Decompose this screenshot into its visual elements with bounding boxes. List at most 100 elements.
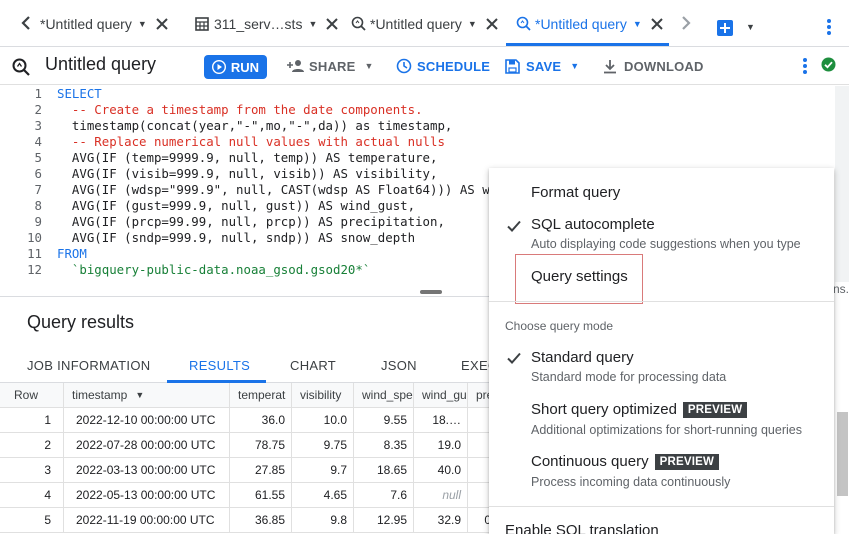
- code-line: AVG(IF (wdsp="999.9", null, CAST(wdsp AS…: [57, 182, 505, 197]
- menu-item-enable-sql-translation[interactable]: Enable SQL translation: [505, 522, 659, 534]
- row-number: 5: [0, 508, 64, 533]
- editor-scrollbar[interactable]: [835, 86, 849, 282]
- tab-chart[interactable]: CHART: [290, 347, 336, 383]
- code-line: SELECT: [57, 86, 102, 101]
- chevron-left-icon[interactable]: [19, 15, 33, 31]
- column-header[interactable]: visibility: [292, 383, 354, 408]
- menu-item-label: Short query optimized: [531, 401, 677, 418]
- chevron-right-icon[interactable]: [679, 15, 693, 31]
- caret-down-icon[interactable]: ▼: [468, 19, 477, 29]
- table-cell: 9.75: [292, 433, 354, 458]
- line-number: 11: [27, 246, 42, 261]
- line-number: 10: [27, 230, 42, 245]
- tab-untitled-query-1[interactable]: *Untitled query ▼: [40, 0, 169, 47]
- results-scrollbar-thumb[interactable]: [837, 412, 848, 496]
- highlight-box: [515, 254, 643, 304]
- active-tab-indicator: [506, 43, 669, 46]
- share-label: SHARE: [309, 58, 356, 74]
- download-button[interactable]: DOWNLOAD: [603, 47, 704, 85]
- row-number: 4: [0, 483, 64, 508]
- menu-item-continuous-query-description: Process incoming data continuously: [531, 475, 731, 489]
- download-label: DOWNLOAD: [624, 58, 704, 74]
- menu-item-continuous-query[interactable]: Continuous query PREVIEW: [531, 453, 720, 470]
- download-icon: [603, 59, 617, 74]
- caret-down-icon: ▼: [364, 61, 374, 71]
- tab-label: *Untitled query: [40, 15, 132, 32]
- column-header-label: wind_spe: [362, 388, 413, 402]
- save-button[interactable]: SAVE ▼: [505, 47, 579, 85]
- row-number: 3: [0, 458, 64, 483]
- tab-job-information[interactable]: JOB INFORMATION: [27, 347, 150, 383]
- table-cell: 18.65: [354, 458, 414, 483]
- table-cell: 78.75: [230, 433, 292, 458]
- line-number: 9: [34, 214, 42, 229]
- caret-down-icon[interactable]: ▼: [138, 19, 147, 29]
- column-header-label: timestamp: [72, 388, 128, 402]
- run-button[interactable]: RUN: [204, 55, 267, 79]
- menu-item-sql-autocomplete[interactable]: SQL autocomplete: [531, 216, 655, 233]
- more-vert-icon[interactable]: [826, 19, 832, 35]
- code-line: -- Create a timestamp from the date comp…: [57, 102, 423, 117]
- schedule-button[interactable]: SCHEDULE: [396, 47, 490, 85]
- close-icon[interactable]: [485, 17, 499, 31]
- line-number: 5: [34, 150, 42, 165]
- table-cell: 7.6: [354, 483, 414, 508]
- table-cell: 9.8: [292, 508, 354, 533]
- table-cell: 9.7: [292, 458, 354, 483]
- more-vert-icon[interactable]: [802, 58, 808, 74]
- code-line: FROM: [57, 246, 87, 261]
- line-number: 2: [34, 102, 42, 117]
- menu-item-short-query-optimized[interactable]: Short query optimized PREVIEW: [531, 401, 748, 418]
- preview-badge: PREVIEW: [682, 402, 748, 418]
- tab-untitled-query-2[interactable]: *Untitled query ▼: [350, 0, 499, 47]
- code-line: AVG(IF (temp=9999.9, null, temp)) AS tem…: [57, 150, 438, 165]
- close-icon[interactable]: [155, 17, 169, 31]
- tab-untitled-query-active[interactable]: *Untitled query ▼: [515, 0, 664, 47]
- code-line: `bigquery-public-data.noaa_gsod.gsod20*`: [57, 262, 371, 277]
- line-number: 1: [34, 86, 42, 101]
- preview-badge: PREVIEW: [654, 454, 720, 470]
- close-icon[interactable]: [650, 17, 664, 31]
- caret-down-icon[interactable]: ▼: [746, 22, 755, 32]
- truncated-text: ns.: [833, 282, 849, 296]
- column-header-label: wind_gu: [422, 388, 467, 402]
- caret-down-icon[interactable]: ▼: [308, 19, 317, 29]
- sort-arrow-down-icon[interactable]: ▼: [135, 390, 144, 400]
- new-tab-plus-icon[interactable]: [717, 20, 733, 36]
- query-icon: [12, 58, 30, 76]
- editor-tab-bar: *Untitled query ▼ 311_serv…sts ▼ *Untitl…: [0, 0, 849, 47]
- table-cell: 36.85: [230, 508, 292, 533]
- close-icon[interactable]: [325, 17, 339, 31]
- column-header[interactable]: timestamp ▼: [64, 383, 230, 408]
- tab-json[interactable]: JSON: [381, 347, 417, 383]
- table-cell: 4.65: [292, 483, 354, 508]
- line-number: 6: [34, 166, 42, 181]
- check-icon: [506, 350, 522, 366]
- table-cell: 2022-03-13 00:00:00 UTC: [64, 458, 230, 483]
- tab-results[interactable]: RESULTS: [189, 347, 250, 383]
- table-icon: [194, 16, 210, 32]
- line-number: 12: [27, 262, 42, 277]
- tab-311-service-requests[interactable]: 311_serv…sts ▼: [194, 0, 339, 47]
- menu-section-query-mode: Choose query mode: [505, 319, 614, 333]
- menu-item-format-query[interactable]: Format query: [531, 184, 620, 201]
- caret-down-icon[interactable]: ▼: [633, 19, 642, 29]
- check-circle-icon: [821, 57, 836, 72]
- schedule-label: SCHEDULE: [417, 58, 491, 74]
- code-line: AVG(IF (gust=999.9, null, gust)) AS wind…: [57, 198, 416, 213]
- line-number: 7: [34, 182, 42, 197]
- column-header[interactable]: temperat: [230, 383, 292, 408]
- menu-item-short-query-description: Additional optimizations for short-runni…: [531, 423, 802, 437]
- line-number: 8: [34, 198, 42, 213]
- code-line: AVG(IF (visib=999.9, null, visib)) AS vi…: [57, 166, 438, 181]
- column-header[interactable]: Row: [0, 383, 64, 408]
- table-cell: 40.0: [414, 458, 468, 483]
- save-label: SAVE: [526, 58, 562, 74]
- share-button[interactable]: SHARE ▼: [287, 47, 374, 85]
- table-cell: 61.55: [230, 483, 292, 508]
- pane-resize-handle[interactable]: [420, 290, 442, 294]
- column-header[interactable]: wind_gu: [414, 383, 468, 408]
- column-header[interactable]: wind_spe: [354, 383, 414, 408]
- menu-item-standard-query[interactable]: Standard query: [531, 349, 634, 366]
- page-title: Untitled query: [45, 54, 157, 74]
